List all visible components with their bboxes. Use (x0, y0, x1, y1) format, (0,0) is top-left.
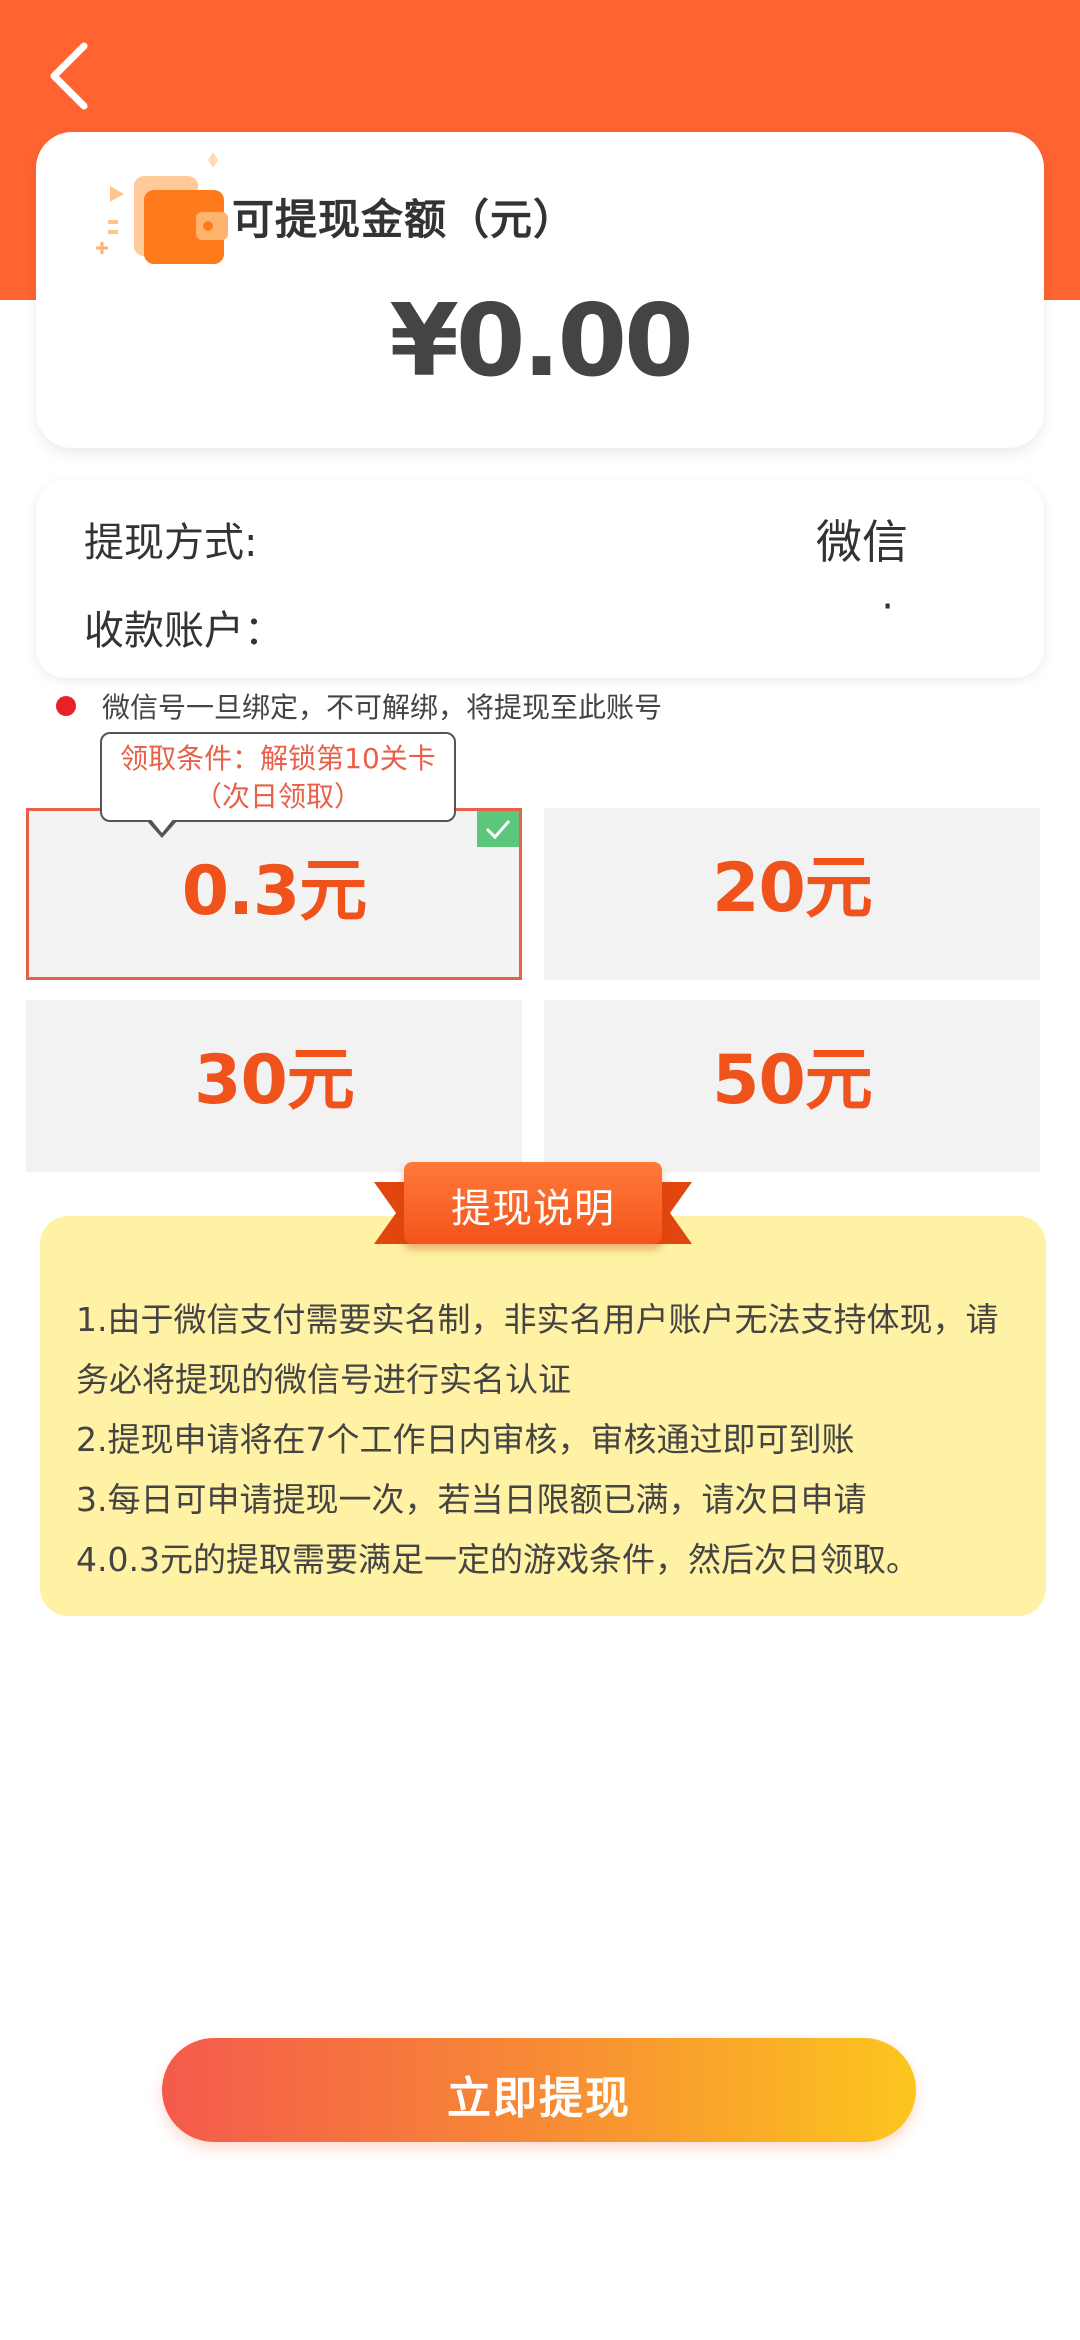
tooltip-line-2: （次日领取） (193, 780, 362, 813)
tier-amount: 50元 (712, 1041, 873, 1120)
back-button[interactable] (40, 36, 110, 116)
wallet-icon (96, 152, 228, 264)
withdraw-method-card: 提现方式: 微信 收款账户： · (36, 480, 1044, 678)
method-value[interactable]: 微信 (816, 506, 908, 572)
balance-amount: ¥0.00 (389, 282, 693, 399)
tooltip-tail (146, 817, 178, 838)
tier-amount: 30元 (194, 1041, 355, 1120)
bind-notice: 微信号一旦绑定，不可解绑，将提现至此账号 (56, 686, 662, 726)
method-label: 提现方式: (84, 520, 258, 566)
balance-label: 可提现金额（元） (232, 195, 577, 244)
check-icon (477, 811, 519, 847)
account-value: · (881, 584, 894, 630)
withdraw-now-button[interactable]: 立即提现 (162, 2038, 916, 2142)
rules-list: 1.由于微信支付需要实名制，非实名用户账户无法支持体现，请务必将提现的微信号进行… (76, 1290, 1026, 1590)
rules-title: 提现说明 (451, 1186, 615, 1232)
tooltip-line-1: 领取条件：解锁第10关卡 (120, 742, 436, 775)
rule-item: 2.提现申请将在7个工作日内审核，审核通过即可到账 (76, 1420, 855, 1459)
tier-option-0-3[interactable]: 0.3元 (26, 808, 522, 980)
tier-option-30[interactable]: 30元 (26, 1000, 522, 1172)
balance-card: 可提现金额（元） ¥0.00 (36, 132, 1044, 448)
rule-item: 3.每日可申请提现一次，若当日限额已满，请次日申请 (76, 1480, 867, 1519)
notice-text: 微信号一旦绑定，不可解绑，将提现至此账号 (102, 691, 663, 724)
account-label: 收款账户： (84, 608, 284, 654)
tier-option-20[interactable]: 20元 (544, 808, 1040, 980)
tier-amount: 20元 (712, 849, 873, 928)
rule-item: 4.0.3元的提取需要满足一定的游戏条件，然后次日领取。 (76, 1540, 919, 1579)
withdraw-now-label: 立即提现 (447, 2073, 631, 2124)
condition-tooltip: 领取条件：解锁第10关卡 （次日领取） (100, 732, 456, 838)
rules-box: 1.由于微信支付需要实名制，非实名用户账户无法支持体现，请务必将提现的微信号进行… (40, 1216, 1046, 1616)
tier-option-50[interactable]: 50元 (544, 1000, 1040, 1172)
notice-dot-icon (56, 696, 76, 716)
ribbon-banner: 提现说明 (404, 1162, 662, 1244)
rule-item: 1.由于微信支付需要实名制，非实名用户账户无法支持体现，请务必将提现的微信号进行… (76, 1300, 999, 1399)
chevron-left-icon (50, 42, 88, 110)
tier-amount: 0.3元 (181, 852, 367, 931)
rules-title-ribbon: 提现说明 (374, 1162, 692, 1260)
